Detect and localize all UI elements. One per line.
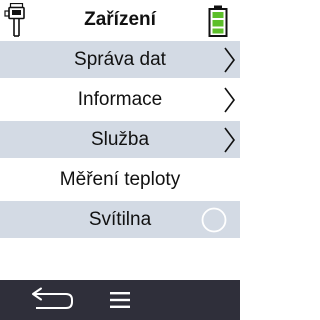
menu-item-svitilna[interactable]: Svítilna <box>0 200 240 240</box>
bottom-bar <box>0 280 240 320</box>
menu-item-mereni-teploty[interactable]: Měření teploty <box>0 160 240 200</box>
menu-item-sluzba[interactable]: Služba <box>0 120 240 160</box>
device-icon <box>4 3 25 37</box>
chevron-right-icon <box>224 127 235 153</box>
chevron-right-icon <box>224 47 235 73</box>
chevron-right-icon <box>224 87 235 113</box>
menu-item-sprava-dat[interactable]: Správa dat <box>0 40 240 80</box>
toggle-off-icon[interactable] <box>201 207 227 233</box>
hamburger-menu-icon[interactable] <box>109 290 131 310</box>
menu-item-label: Správa dat <box>74 49 166 70</box>
menu-item-informace[interactable]: Informace <box>0 80 240 120</box>
menu-item-label: Služba <box>90 129 150 150</box>
menu-item-label: Informace <box>77 89 163 110</box>
page-title: Zařízení <box>84 9 156 30</box>
battery-full-icon <box>208 5 228 37</box>
header-bar: Zařízení <box>0 0 240 40</box>
back-arrow-icon[interactable] <box>30 286 76 314</box>
settings-menu: Správa dat Informace Služba Měření teplo… <box>0 40 240 240</box>
menu-item-label: Měření teploty <box>59 169 181 190</box>
menu-item-label: Svítilna <box>88 209 152 230</box>
